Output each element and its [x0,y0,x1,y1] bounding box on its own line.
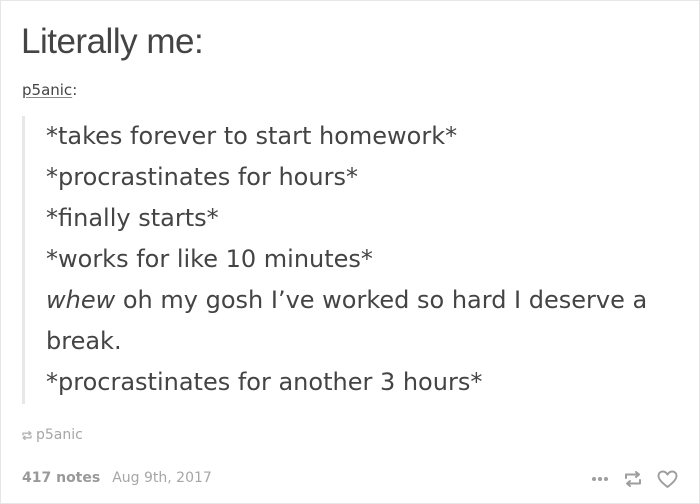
byline: p5anic: [22,80,77,100]
post-title: Literally me: [21,22,204,61]
notes-count[interactable]: 417 notes [22,470,100,486]
post-footer: 417 notes Aug 9th, 2017 [22,468,212,488]
reblog-source-label: p5anic [36,427,83,443]
heart-icon [657,470,678,488]
emphasis-line-rest: oh my gosh I’ve worked so hard I deserve… [46,286,648,355]
like-button[interactable] [657,470,678,489]
blockquote: *takes forever to start homework* *procr… [22,116,682,404]
author-link[interactable]: p5anic [22,81,72,99]
quote-line: *procrastinates for another 3 hours* [46,368,483,396]
reblog-source[interactable]: p5anic [21,426,83,444]
quote-line: *takes forever to start homework* [46,122,458,150]
post-date[interactable]: Aug 9th, 2017 [112,470,212,486]
byline-colon: : [72,81,78,99]
post-card: Literally me: p5anic: *takes forever to … [0,0,700,504]
reblog-icon [22,430,32,441]
post-actions [591,468,678,490]
quote-line: *procrastinates for hours* [46,163,358,191]
emphasis-word: whew [46,286,116,314]
more-icon [592,477,608,481]
quote-lines: *takes forever to start homework* *procr… [46,116,682,403]
quote-line: *works for like 10 minutes* [46,245,373,273]
quote-line: *finally starts* [46,204,219,232]
reblog-button[interactable] [623,470,643,488]
more-button[interactable] [591,476,609,482]
quote-line-emphasis: whew oh my gosh I’ve worked so hard I de… [46,280,682,362]
reblog-icon [625,471,641,487]
